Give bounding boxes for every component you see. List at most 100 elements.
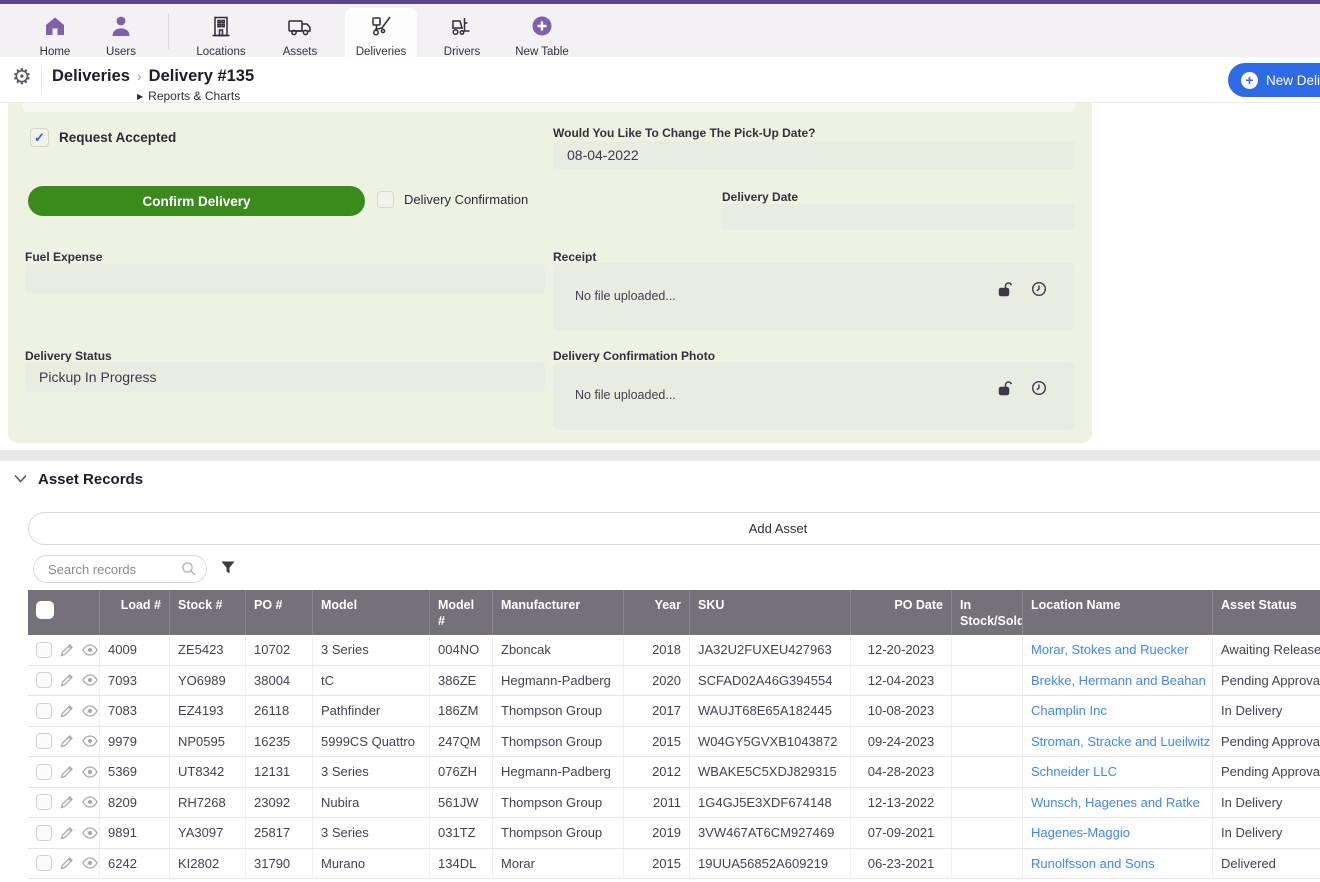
gear-icon[interactable]: ⚙ (12, 66, 32, 88)
fuel-expense-label: Fuel Expense (25, 250, 102, 264)
column-header[interactable]: PO Date (851, 590, 952, 635)
view-eye-icon[interactable] (82, 766, 98, 778)
clock-icon[interactable] (1031, 281, 1047, 302)
building-icon (209, 14, 233, 43)
cell-manufacturer: Morar (493, 849, 624, 879)
pickup-date-input[interactable]: 08-04-2022 (553, 141, 1075, 169)
column-header[interactable]: Year (624, 590, 690, 635)
table-row: 9891YA3097258173 Series031TZThompson Gro… (28, 818, 1320, 849)
cell-stock: KI2802 (170, 849, 246, 879)
table-row: 5369UT8342121313 Series076ZHHegmann-Padb… (28, 757, 1320, 788)
location-link[interactable]: Schneider LLC (1031, 764, 1117, 779)
edit-pencil-icon[interactable] (60, 734, 74, 748)
row-checkbox[interactable] (36, 672, 52, 688)
cell-location: Brekke, Hermann and Beahan (1023, 666, 1213, 696)
cell-location: Wunsch, Hagenes and Ratke (1023, 788, 1213, 818)
delivery-form-panel: ✓ Request Accepted Would You Like To Cha… (8, 103, 1092, 443)
delivery-status-input[interactable]: Pickup In Progress (25, 362, 545, 392)
cell-po_date: 12-20-2023 (851, 635, 952, 665)
column-header[interactable]: Location Name (1023, 590, 1213, 635)
chevron-down-icon[interactable] (14, 470, 27, 488)
nav-item-locations[interactable]: Locations (183, 8, 259, 57)
reports-charts-link[interactable]: ▶Reports & Charts (137, 89, 240, 103)
location-link[interactable]: Runolfsson and Sons (1031, 856, 1155, 871)
row-checkbox[interactable] (36, 825, 52, 841)
confirm-delivery-button[interactable]: Confirm Delivery (28, 186, 365, 216)
column-header[interactable]: Manufacturer (493, 590, 624, 635)
row-checkbox[interactable] (36, 764, 52, 780)
search-input[interactable] (48, 556, 178, 582)
location-link[interactable]: Champlin Inc (1031, 703, 1107, 718)
nav-item-deliveries[interactable]: Deliveries (345, 8, 417, 57)
column-header[interactable]: Load # (100, 590, 170, 635)
location-link[interactable]: Stroman, Stracke and Lueilwitz (1031, 734, 1210, 749)
column-header[interactable]: Model (313, 590, 430, 635)
delivery-date-input[interactable] (722, 204, 1075, 230)
view-eye-icon[interactable] (82, 674, 98, 686)
column-header[interactable]: SKU (690, 590, 851, 635)
view-eye-icon[interactable] (82, 796, 98, 808)
edit-pencil-icon[interactable] (60, 765, 74, 779)
receipt-upload-field[interactable]: No file uploaded... (553, 263, 1075, 331)
new-delivery-button[interactable]: + New Delivery (1228, 63, 1320, 97)
nav-item-new-table[interactable]: New Table (505, 8, 579, 57)
receipt-label: Receipt (553, 250, 596, 264)
row-checkbox[interactable] (36, 794, 52, 810)
column-header[interactable]: Stock # (170, 590, 246, 635)
edit-pencil-icon[interactable] (60, 643, 74, 657)
location-link[interactable]: Wunsch, Hagenes and Ratke (1031, 795, 1200, 810)
edit-pencil-icon[interactable] (60, 673, 74, 687)
nav-item-drivers[interactable]: Drivers (429, 8, 495, 57)
cell-sku: 1G4GJ5E3XDF674148 (690, 788, 851, 818)
cell-load: 6242 (100, 849, 170, 879)
location-link[interactable]: Morar, Stokes and Ruecker (1031, 642, 1189, 657)
cell-model: tC (313, 666, 430, 696)
cell-manufacturer: Zboncak (493, 635, 624, 665)
row-checkbox[interactable] (36, 642, 52, 658)
table-row: 6242KI280231790Murano134DLMorar201519UUA… (28, 849, 1320, 880)
cell-model: Pathfinder (313, 696, 430, 726)
view-eye-icon[interactable] (82, 827, 98, 839)
view-eye-icon[interactable] (82, 857, 98, 869)
nav-item-assets[interactable]: Assets (267, 8, 333, 57)
edit-pencil-icon[interactable] (60, 704, 74, 718)
fuel-expense-input[interactable] (25, 264, 545, 293)
request-accepted-checkbox[interactable]: ✓ (30, 128, 49, 147)
column-header[interactable]: Asset Status (1213, 590, 1320, 635)
view-eye-icon[interactable] (82, 644, 98, 656)
filter-icon[interactable] (220, 560, 236, 581)
confirmation-photo-upload-field[interactable]: No file uploaded... (553, 362, 1075, 430)
section-divider (0, 450, 1320, 461)
breadcrumb-parent[interactable]: Deliveries (52, 67, 130, 85)
edit-pencil-icon[interactable] (60, 826, 74, 840)
view-eye-icon[interactable] (82, 705, 98, 717)
delivery-confirmation-checkbox[interactable] (377, 191, 394, 208)
cell-status: In Delivery (1213, 788, 1320, 818)
add-asset-button[interactable]: Add Asset (28, 512, 1320, 545)
cell-sku: WAUJT68E65A182445 (690, 696, 851, 726)
column-header[interactable]: Model # (430, 590, 493, 635)
cell-load: 5369 (100, 757, 170, 787)
column-header[interactable]: PO # (246, 590, 313, 635)
row-checkbox[interactable] (36, 855, 52, 871)
nav-item-home[interactable]: Home (22, 8, 88, 57)
cell-status: Pending Approval (1213, 666, 1320, 696)
asset-records-table: Load #Stock #PO #ModelModel #Manufacture… (28, 590, 1320, 879)
cell-po_date: 04-28-2023 (851, 757, 952, 787)
view-eye-icon[interactable] (82, 735, 98, 747)
unlock-icon[interactable] (997, 380, 1013, 401)
edit-pencil-icon[interactable] (60, 856, 74, 870)
select-all-checkbox[interactable] (36, 601, 54, 619)
delivery-status-label: Delivery Status (25, 349, 112, 363)
location-link[interactable]: Hagenes-Maggio (1031, 825, 1130, 840)
cell-po_date: 12-13-2022 (851, 788, 952, 818)
nav-item-users[interactable]: Users (88, 8, 154, 57)
location-link[interactable]: Brekke, Hermann and Beahan (1031, 673, 1206, 688)
row-checkbox[interactable] (36, 733, 52, 749)
row-checkbox[interactable] (36, 703, 52, 719)
edit-pencil-icon[interactable] (60, 795, 74, 809)
cell-sku: JA32U2FUXEU427963 (690, 635, 851, 665)
column-header[interactable]: In Stock/Sold (952, 590, 1023, 635)
unlock-icon[interactable] (997, 281, 1013, 302)
clock-icon[interactable] (1031, 380, 1047, 401)
